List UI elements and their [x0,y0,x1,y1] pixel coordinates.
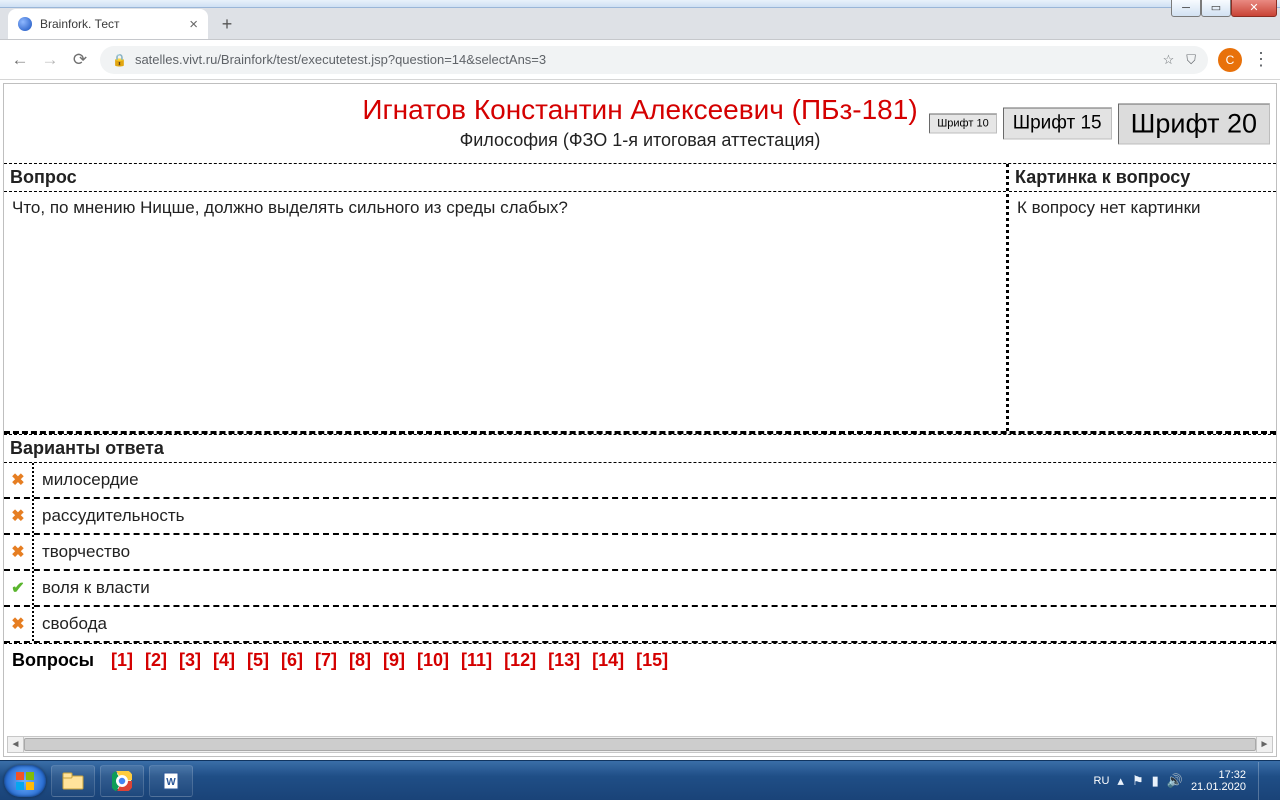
profile-avatar[interactable]: C [1218,48,1242,72]
check-icon: ✔ [4,571,34,605]
favicon-icon [18,17,32,31]
network-icon[interactable]: ▮ [1152,773,1159,789]
answer-row[interactable]: ✖творчество [4,535,1276,571]
windows-logo-icon [15,771,35,791]
tray-time: 17:32 [1218,769,1246,781]
cross-icon: ✖ [4,607,34,641]
chrome-icon [112,771,132,791]
question-nav: Вопросы [1] [2] [3] [4] [5] [6] [7] [8] [9] [10] [… [4,643,1276,677]
window-close-button[interactable]: ✕ [1231,0,1277,17]
test-header: Игнатов Константин Алексеевич (ПБз-181) … [4,84,1276,164]
word-icon: W [161,771,181,791]
question-link-8[interactable]: [8] [349,650,371,670]
page-viewport: Игнатов Константин Алексеевич (ПБз-181) … [0,80,1280,760]
scroll-thumb[interactable] [24,738,1256,751]
window-titlebar: ─ ▭ ✕ [0,0,1280,8]
answer-text[interactable]: творчество [34,535,1276,569]
browser-tabstrip: Brainfork. Тест × + [0,8,1280,40]
answer-row[interactable]: ✖свобода [4,607,1276,643]
answer-text[interactable]: милосердие [34,463,1276,497]
answer-row[interactable]: ✔воля к власти [4,571,1276,607]
question-link-11[interactable]: [11] [461,650,492,670]
tray-language[interactable]: RU [1094,775,1110,787]
question-link-2[interactable]: [2] [145,650,167,670]
forward-button[interactable]: → [40,50,60,70]
reload-button[interactable]: ⟳ [70,50,90,70]
nav-label: Вопросы [12,650,94,670]
taskbar: W RU ▴ ⚑ ▮ 🔊 17:32 21.01.2020 [0,760,1280,800]
cross-icon: ✖ [4,499,34,533]
back-button[interactable]: ← [10,50,30,70]
question-link-13[interactable]: [13] [548,650,580,670]
tray-up-icon[interactable]: ▴ [1117,773,1124,789]
question-link-9[interactable]: [9] [383,650,405,670]
question-row: Вопрос Что, по мнению Ницше, должно выде… [4,164,1276,434]
question-link-7[interactable]: [7] [315,650,337,670]
show-desktop-button[interactable] [1258,762,1270,800]
scroll-right-arrow[interactable]: ► [1256,737,1272,752]
tray-clock[interactable]: 17:32 21.01.2020 [1191,769,1246,793]
bookmark-star-icon[interactable]: ☆ [1163,52,1175,68]
horizontal-scrollbar[interactable]: ◄ ► [7,736,1273,753]
question-link-10[interactable]: [10] [417,650,449,670]
start-button[interactable] [4,765,46,797]
svg-text:W: W [166,777,176,788]
question-link-15[interactable]: [15] [636,650,668,670]
cross-icon: ✖ [4,463,34,497]
question-link-5[interactable]: [5] [247,650,269,670]
question-link-4[interactable]: [4] [213,650,235,670]
browser-tab[interactable]: Brainfork. Тест × [8,9,208,39]
answer-text[interactable]: рассудительность [34,499,1276,533]
question-link-3[interactable]: [3] [179,650,201,670]
tab-close-button[interactable]: × [189,16,198,33]
answer-text[interactable]: воля к власти [34,571,1276,605]
cross-icon: ✖ [4,535,34,569]
folder-icon [62,772,84,790]
browser-navbar: ← → ⟳ 🔒 satelles.vivt.ru/Brainfork/test/… [0,40,1280,80]
answer-row[interactable]: ✖рассудительность [4,499,1276,535]
question-link-6[interactable]: [6] [281,650,303,670]
shield-icon[interactable]: ⛉ [1186,52,1196,68]
answers-list: ✖милосердие✖рассудительность✖творчество✔… [4,463,1276,643]
question-label: Вопрос [4,164,1006,192]
scroll-left-arrow[interactable]: ◄ [8,737,24,752]
question-image-label: Картинка к вопросу [1009,164,1276,192]
question-text: Что, по мнению Ницше, должно выделять си… [4,192,1006,431]
question-link-12[interactable]: [12] [504,650,536,670]
answers-label: Варианты ответа [4,434,1276,463]
question-link-14[interactable]: [14] [592,650,624,670]
window-minimize-button[interactable]: ─ [1171,0,1201,17]
answer-text[interactable]: свобода [34,607,1276,641]
no-image-text: К вопросу нет картинки [1009,192,1276,224]
taskbar-chrome-button[interactable] [100,765,144,797]
volume-icon[interactable]: 🔊 [1167,773,1183,789]
address-bar[interactable]: 🔒 satelles.vivt.ru/Brainfork/test/execut… [100,46,1208,74]
system-tray: RU ▴ ⚑ ▮ 🔊 17:32 21.01.2020 [1094,762,1276,800]
question-link-1[interactable]: [1] [111,650,133,670]
taskbar-word-button[interactable]: W [149,765,193,797]
lock-icon: 🔒 [112,53,127,67]
font-size-15-button[interactable]: Шрифт 15 [1003,108,1112,140]
browser-menu-button[interactable]: ⋮ [1252,49,1270,70]
flag-icon[interactable]: ⚑ [1132,773,1144,789]
window-maximize-button[interactable]: ▭ [1201,0,1231,17]
new-tab-button[interactable]: + [214,11,240,37]
taskbar-explorer-button[interactable] [51,765,95,797]
font-size-20-button[interactable]: Шрифт 20 [1118,103,1270,144]
tray-date: 21.01.2020 [1191,781,1246,793]
url-text: satelles.vivt.ru/Brainfork/test/executet… [135,52,1155,67]
font-size-10-button[interactable]: Шрифт 10 [929,114,996,134]
tab-title: Brainfork. Тест [40,17,120,31]
answer-row[interactable]: ✖милосердие [4,463,1276,499]
